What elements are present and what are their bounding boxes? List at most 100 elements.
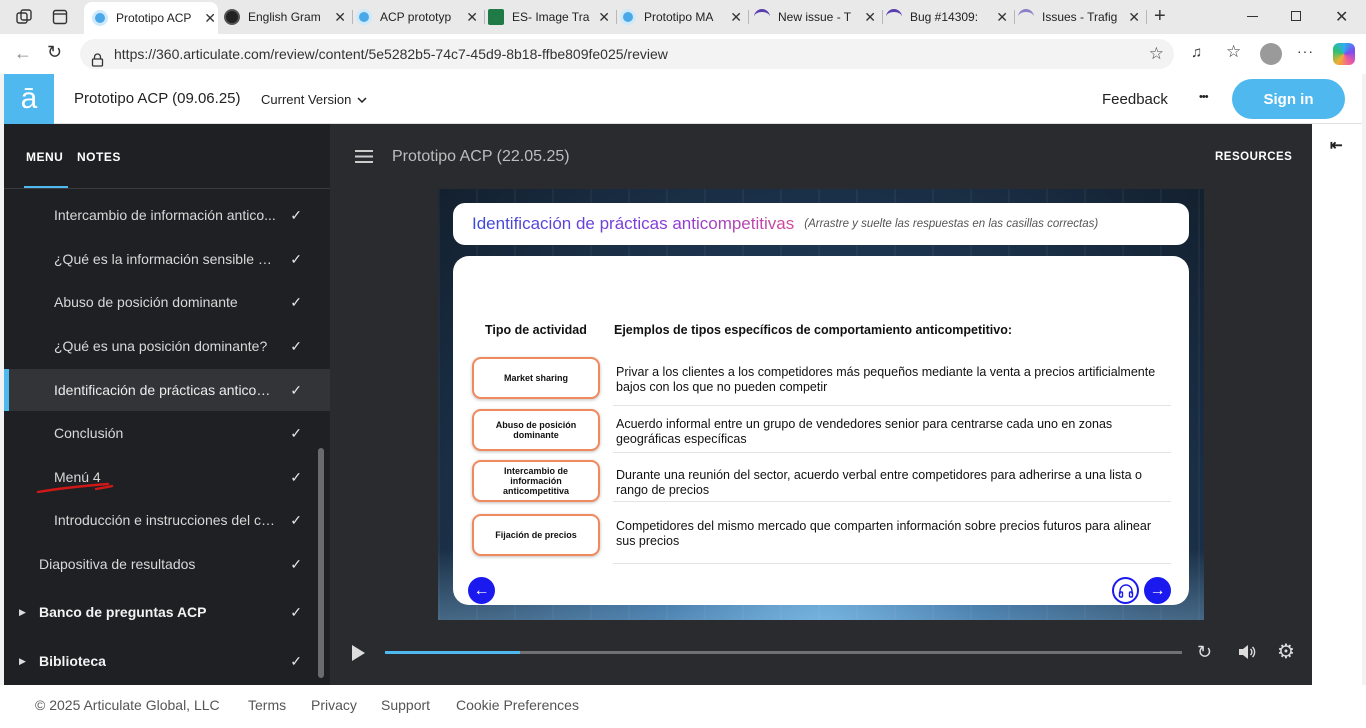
sidebar-scrollbar[interactable] xyxy=(318,448,324,678)
course-title: Prototipo ACP (22.05.25) xyxy=(392,148,570,165)
menu-item[interactable]: Intercambio de información antico... ✓ xyxy=(4,194,330,236)
footer-link-support[interactable]: Support xyxy=(381,697,430,713)
menu-item[interactable]: Diapositiva de resultados ✓ xyxy=(4,543,330,585)
previous-slide-button[interactable]: ← xyxy=(468,577,495,604)
tab-title: Issues - Trafig xyxy=(1042,10,1118,24)
address-bar[interactable]: https://360.articulate.com/review/conten… xyxy=(80,39,1174,69)
close-icon[interactable]: ✕ xyxy=(466,9,480,26)
expand-arrow-icon[interactable]: ▶ xyxy=(19,656,26,667)
browser-tab-2[interactable]: ACP prototyp ✕ xyxy=(356,4,480,30)
check-icon: ✓ xyxy=(290,250,302,267)
close-icon[interactable]: ✕ xyxy=(1128,9,1142,26)
new-tab-icon[interactable]: + xyxy=(1154,5,1166,28)
browser-toolbar: ← ↻ https://360.articulate.com/review/co… xyxy=(0,34,1366,74)
expand-arrow-icon[interactable]: ▶ xyxy=(19,607,26,618)
menu-item-active[interactable]: Identificación de prácticas anticom... ✓ xyxy=(4,369,330,411)
window-close-icon[interactable]: ✕ xyxy=(1335,7,1348,27)
check-icon: ✓ xyxy=(290,511,302,528)
browser-tab-6[interactable]: Bug #14309: ✕ xyxy=(886,4,1010,30)
red-underline-annotation xyxy=(36,482,114,494)
profile-avatar[interactable] xyxy=(1260,43,1282,65)
seek-bar[interactable] xyxy=(385,651,1182,654)
version-selector[interactable]: Current Version xyxy=(261,92,367,107)
close-icon[interactable]: ✕ xyxy=(334,9,348,26)
drag-answer-tile[interactable]: Fijación de precios xyxy=(472,514,600,556)
browser-tab-3[interactable]: ES- Image Tra ✕ xyxy=(488,4,612,30)
tab-favicon-icon xyxy=(92,10,108,26)
column-header-examples: Ejemplos de tipos específicos de comport… xyxy=(614,323,1012,337)
more-options-icon[interactable]: ··· xyxy=(1297,43,1314,59)
page-footer: © 2025 Articulate Global, LLC Terms Priv… xyxy=(0,685,1366,728)
close-icon[interactable]: ✕ xyxy=(204,10,218,27)
tab-favicon-icon xyxy=(754,9,770,25)
minimize-icon[interactable] xyxy=(1247,16,1258,17)
tab-notes[interactable]: NOTES xyxy=(77,150,121,164)
footer-link-cookie-preferences[interactable]: Cookie Preferences xyxy=(456,697,579,713)
resources-button[interactable]: RESOURCES xyxy=(1215,151,1292,163)
volume-icon[interactable] xyxy=(1238,644,1256,660)
menu-section[interactable]: ▶ Biblioteca ✓ xyxy=(4,640,330,682)
check-icon: ✓ xyxy=(290,603,302,620)
play-button[interactable] xyxy=(350,644,366,662)
browser-tab-1[interactable]: English Gram ✕ xyxy=(224,4,348,30)
hamburger-menu-icon[interactable] xyxy=(355,150,373,163)
tab-favicon-icon xyxy=(1018,9,1034,25)
workspaces-icon[interactable] xyxy=(16,9,32,25)
menu-item[interactable]: Abuso de posición dominante ✓ xyxy=(4,281,330,323)
feedback-button[interactable]: Feedback xyxy=(1102,91,1168,108)
slide-content-card: Tipo de actividad Ejemplos de tipos espe… xyxy=(453,256,1189,605)
active-item-indicator xyxy=(4,369,9,411)
back-icon[interactable]: ← xyxy=(14,43,32,64)
next-slide-button[interactable]: → xyxy=(1144,577,1171,604)
close-icon[interactable]: ✕ xyxy=(598,9,612,26)
close-icon[interactable]: ✕ xyxy=(996,9,1010,26)
sign-in-button[interactable]: Sign in xyxy=(1232,79,1345,119)
settings-gear-icon[interactable]: ⚙ xyxy=(1277,642,1295,662)
tab-title: New issue - T xyxy=(778,10,852,24)
drag-answer-tile[interactable]: Abuso de posición dominante xyxy=(472,409,600,451)
footer-link-privacy[interactable]: Privacy xyxy=(311,697,357,713)
drag-answer-tile[interactable]: Intercambio de información anticompetiti… xyxy=(472,460,600,502)
articulate-logo[interactable]: ā xyxy=(4,74,54,124)
copyright-text: © 2025 Articulate Global, LLC xyxy=(35,697,220,713)
browser-tab-7[interactable]: Issues - Trafig ✕ xyxy=(1018,4,1142,30)
reload-icon[interactable]: ↻ xyxy=(47,42,62,63)
menu-item[interactable]: Introducción e instrucciones del cu... ✓ xyxy=(4,499,330,541)
example-text: Privar a los clientes a los competidores… xyxy=(616,365,1156,394)
project-title: Prototipo ACP (09.06.25) xyxy=(74,90,241,107)
slide-title: Identificación de prácticas anticompetit… xyxy=(472,214,795,233)
tab-menu[interactable]: MENU xyxy=(26,150,63,164)
close-icon[interactable]: ✕ xyxy=(730,9,744,26)
tab-favicon-icon xyxy=(620,9,636,25)
menu-item[interactable]: Conclusión ✓ xyxy=(4,412,330,454)
favorites-icon[interactable]: ☆ xyxy=(1226,42,1241,62)
tab-title: ACP prototyp xyxy=(380,10,452,24)
version-label: Current Version xyxy=(261,92,352,107)
tab-favicon-icon xyxy=(488,9,504,25)
audio-button[interactable] xyxy=(1112,577,1139,604)
collapse-panel-icon[interactable]: ⇤ xyxy=(1330,136,1343,154)
restore-icon[interactable] xyxy=(1291,11,1301,21)
tab-title: ES- Image Tra xyxy=(512,10,590,24)
browser-tab-4[interactable]: Prototipo MA ✕ xyxy=(620,4,744,30)
slide-title-banner: Identificación de prácticas anticompetit… xyxy=(453,203,1189,245)
tab-actions-icon[interactable] xyxy=(52,9,68,25)
check-icon: ✓ xyxy=(290,337,302,354)
site-info-icon[interactable] xyxy=(91,47,104,67)
browser-tab-0[interactable]: Prototipo ACP ✕ xyxy=(84,2,218,34)
drag-answer-tile[interactable]: Market sharing xyxy=(472,357,600,399)
menu-section[interactable]: ▶ Banco de preguntas ACP ✓ xyxy=(4,591,330,633)
close-icon[interactable]: ✕ xyxy=(864,9,878,26)
more-menu-icon[interactable]: ••• xyxy=(1199,91,1209,103)
menu-item[interactable]: ¿Qué es la información sensible de... ✓ xyxy=(4,238,330,280)
seek-bar-fill xyxy=(385,651,521,654)
check-icon: ✓ xyxy=(290,381,302,398)
browser-tab-5[interactable]: New issue - T ✕ xyxy=(754,4,878,30)
footer-link-terms[interactable]: Terms xyxy=(248,697,286,713)
menu-item[interactable]: ¿Qué es una posición dominante? ✓ xyxy=(4,325,330,367)
copilot-icon[interactable] xyxy=(1333,43,1355,65)
favorite-star-icon[interactable]: ☆ xyxy=(1149,39,1164,69)
read-aloud-icon[interactable]: ♫ xyxy=(1191,44,1202,61)
slide-instruction: (Arrastre y suelte las respuestas en las… xyxy=(804,218,1099,230)
replay-icon[interactable]: ↻ xyxy=(1197,642,1212,663)
